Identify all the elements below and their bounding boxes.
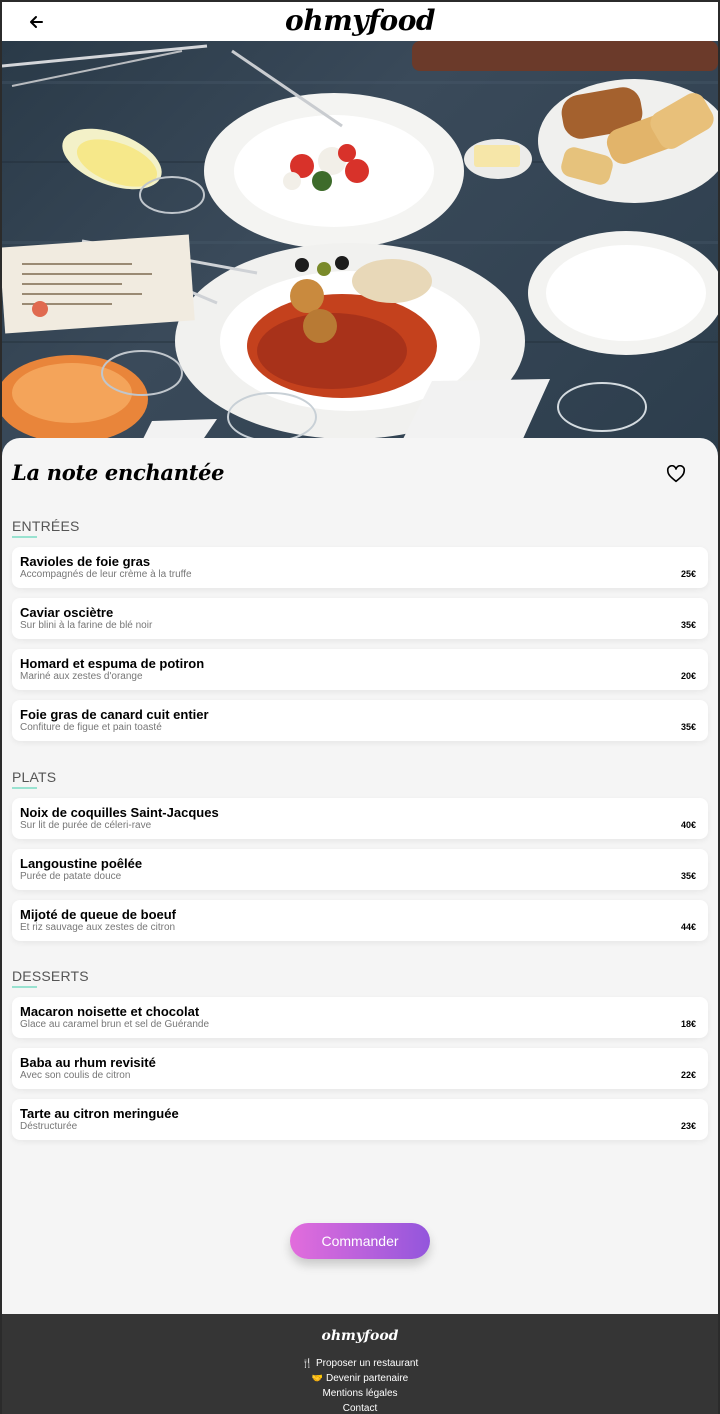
dish-name: Homard et espuma de potiron [20, 656, 205, 671]
dish-card[interactable]: Langoustine poêlée Purée de patate douce… [12, 849, 708, 890]
dish-card[interactable]: Caviar osciètre Sur blini à la farine de… [12, 598, 708, 639]
dish-name: Tarte au citron meringuée [20, 1106, 179, 1121]
favorite-button[interactable] [664, 462, 688, 486]
dish-description: Sur lit de purée de céleri-rave [20, 820, 152, 831]
footer-link-legal[interactable]: Mentions légales [2, 1388, 718, 1399]
footer-link-contact[interactable]: Contact [2, 1403, 718, 1414]
hero-image [2, 41, 718, 461]
dish-price: 35€ [680, 620, 696, 630]
footer-link-label: Mentions légales [322, 1388, 398, 1399]
dish-card[interactable]: Mijoté de queue de boeuf Et riz sauvage … [12, 900, 708, 941]
dish-description: Déstructurée [20, 1121, 78, 1132]
dish-description: Avec son coulis de citron [20, 1070, 131, 1081]
dish-price: 35€ [680, 722, 696, 732]
section-title-plats: PLATS [12, 769, 57, 785]
dish-description: Purée de patate douce [20, 871, 122, 882]
app-header: ohmyfood [2, 2, 718, 41]
dish-card[interactable]: Homard et espuma de potiron Mariné aux z… [12, 649, 708, 690]
dish-name: Macaron noisette et chocolat [20, 1004, 200, 1019]
handshake-icon: 🤝 [311, 1373, 323, 1383]
dish-name: Noix de coquilles Saint-Jacques [20, 805, 219, 820]
footer-link-label: Devenir partenaire [325, 1373, 409, 1384]
dish-name: Mijoté de queue de boeuf [20, 907, 177, 922]
dish-price: 44€ [680, 922, 696, 932]
section-underline [12, 787, 37, 789]
footer-link-propose-restaurant[interactable]: 🍴 Proposer un restaurant [2, 1358, 718, 1369]
dish-price: 22€ [680, 1070, 696, 1080]
dish-description: Confiture de figue et pain toasté [20, 722, 162, 733]
section-underline [12, 986, 37, 988]
dish-name: Foie gras de canard cuit entier [20, 707, 209, 722]
dish-card[interactable]: Baba au rhum revisité Avec son coulis de… [12, 1048, 708, 1089]
dish-price: 20€ [680, 671, 696, 681]
dish-card[interactable]: Ravioles de foie gras Accompagnés de leu… [12, 547, 708, 588]
dish-card[interactable]: Tarte au citron meringuée Déstructurée 2… [12, 1099, 708, 1140]
dish-name: Baba au rhum revisité [20, 1055, 156, 1070]
order-button[interactable]: Commander [290, 1223, 430, 1259]
dish-price: 25€ [680, 569, 696, 579]
footer-link-label: Contact [342, 1403, 378, 1414]
section-underline [12, 536, 37, 538]
section-title-desserts: DESSERTS [12, 968, 89, 984]
restaurant-name: La note enchantée [12, 460, 225, 485]
dish-name: Langoustine poêlée [20, 856, 143, 871]
footer-logo[interactable]: ohmyfood [2, 1328, 718, 1344]
dish-description: Mariné aux zestes d'orange [20, 671, 143, 682]
section-title-entrees: ENTRÉES [12, 518, 80, 534]
dish-description: Accompagnés de leur crème à la truffe [20, 569, 192, 580]
dish-card[interactable]: Foie gras de canard cuit entier Confitur… [12, 700, 708, 741]
dish-price: 23€ [680, 1121, 696, 1131]
heart-outline-icon [666, 465, 686, 483]
dish-price: 40€ [680, 820, 696, 830]
footer: ohmyfood 🍴 Proposer un restaurant 🤝 Deveni… [2, 1314, 718, 1414]
dish-name: Caviar osciètre [20, 605, 114, 620]
dish-price: 35€ [680, 871, 696, 881]
dish-description: Sur blini à la farine de blé noir [20, 620, 153, 631]
dish-price: 18€ [680, 1019, 696, 1029]
footer-link-label: Proposer un restaurant [315, 1358, 419, 1369]
dish-card[interactable]: Noix de coquilles Saint-Jacques Sur lit … [12, 798, 708, 839]
utensils-icon: 🍴 [301, 1358, 313, 1368]
footer-link-become-partner[interactable]: 🤝 Devenir partenaire [2, 1373, 718, 1384]
dish-card[interactable]: Macaron noisette et chocolat Glace au ca… [12, 997, 708, 1038]
dish-name: Ravioles de foie gras [20, 554, 151, 569]
app-logo[interactable]: ohmyfood [2, 4, 718, 37]
dish-description: Et riz sauvage aux zestes de citron [20, 922, 176, 933]
dish-description: Glace au caramel brun et sel de Guérande [20, 1019, 209, 1030]
restaurant-card: La note enchantée ENTRÉES Ravioles de fo… [2, 438, 718, 1316]
